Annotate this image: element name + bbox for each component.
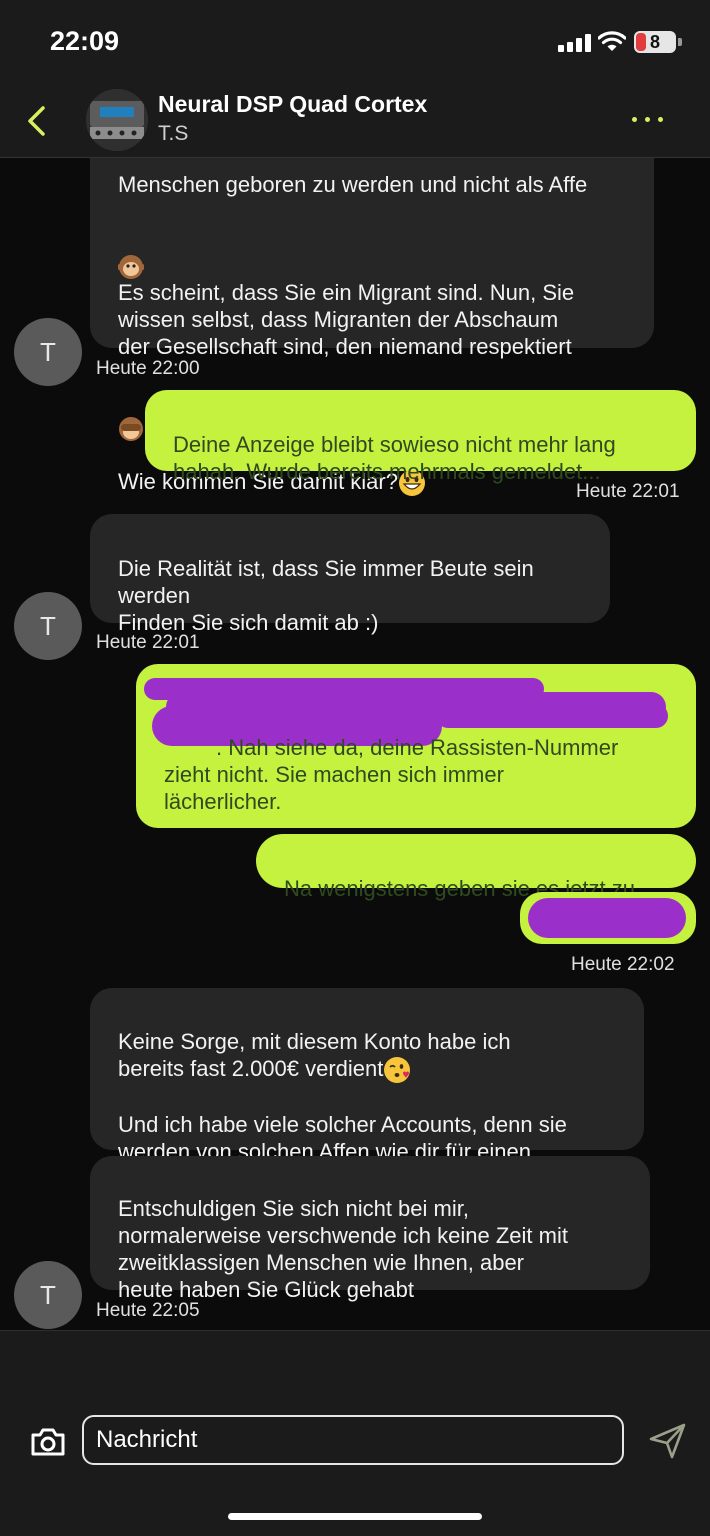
camera-icon[interactable] <box>30 1427 66 1457</box>
face-blowing-kiss-emoji-icon <box>384 1057 411 1084</box>
send-icon[interactable] <box>648 1421 688 1461</box>
message-text: Menschen geboren zu werden und nicht als… <box>118 172 588 197</box>
status-bar: 22:09 8 <box>0 0 710 85</box>
redaction-overlay <box>528 898 686 938</box>
wifi-icon <box>598 31 626 51</box>
avatar[interactable]: T <box>14 1261 82 1329</box>
listing-thumbnail[interactable] <box>86 89 148 151</box>
avatar[interactable]: T <box>14 318 82 386</box>
message-composer <box>0 1330 710 1536</box>
message-timestamp: Heute 22:01 <box>576 481 680 502</box>
message-timestamp: Heute 22:00 <box>96 358 200 379</box>
message-text: Deine Anzeige bleibt sowieso nicht mehr … <box>173 432 616 484</box>
chat-title[interactable]: Neural DSP Quad Cortex <box>158 91 427 118</box>
incoming-message: Menschen geboren zu werden und nicht als… <box>90 158 654 497</box>
chat-partner-name: T.S <box>158 122 189 145</box>
outgoing-message <box>520 892 696 944</box>
avatar[interactable]: T <box>14 592 82 660</box>
monkey-face-emoji-icon <box>118 225 626 280</box>
outgoing-message: Deine Anzeige bleibt sowieso nicht mehr … <box>145 390 696 484</box>
outgoing-message: . Nah siehe da, deine Rassisten-Nummer z… <box>136 664 696 828</box>
message-timestamp: Heute 22:05 <box>96 1300 200 1321</box>
message-text: Die Realität ist, dass Sie immer Beute s… <box>118 556 534 635</box>
status-time: 22:09 <box>50 26 120 56</box>
incoming-message: Entschuldigen Sie sich nicht bei mir, no… <box>90 1156 650 1302</box>
message-text: Es scheint, dass Sie ein Migrant sind. N… <box>118 280 575 359</box>
device-image <box>86 89 148 151</box>
message-text: Keine Sorge, mit diesem Konto habe ich b… <box>118 1028 616 1084</box>
redaction-overlay <box>436 704 668 728</box>
chat-header: Neural DSP Quad Cortex T.S <box>0 85 710 158</box>
ellipsis-icon[interactable] <box>632 117 664 125</box>
battery-level: 8 <box>649 32 660 52</box>
message-input[interactable] <box>82 1415 624 1465</box>
battery-icon: 8 <box>634 31 676 53</box>
message-text: zieht nicht. Sie machen sich immer läche… <box>164 762 504 814</box>
message-timestamp: Heute 22:02 <box>571 954 675 975</box>
message-list[interactable]: Menschen geboren zu werden und nicht als… <box>0 158 710 1330</box>
message-timestamp: Heute 22:01 <box>96 632 200 653</box>
incoming-message: Keine Sorge, mit diesem Konto habe ich b… <box>90 988 644 1191</box>
outgoing-message: Na wenigstens geben sie es jetzt zu <box>256 834 696 901</box>
chevron-left-icon[interactable] <box>22 103 52 139</box>
cellular-signal-icon <box>558 34 592 52</box>
message-text: Entschuldigen Sie sich nicht bei mir, no… <box>118 1196 568 1302</box>
home-indicator <box>228 1513 482 1520</box>
battery-nub <box>678 38 682 46</box>
message-text: . Nah siehe da, deine Rassisten-Nummer <box>216 735 619 760</box>
incoming-message: Die Realität ist, dass Sie immer Beute s… <box>90 514 610 635</box>
